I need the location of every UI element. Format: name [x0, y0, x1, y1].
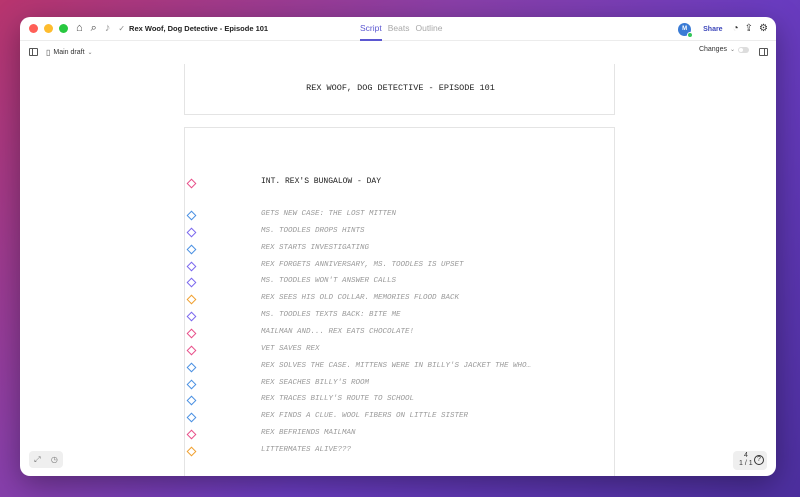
beat-line[interactable]: REX SEACHES BILLY'S ROOM	[261, 379, 369, 387]
title-page: REX WOOF, DOG DETECTIVE - EPISODE 101	[184, 64, 615, 115]
beat-line[interactable]: MS. TOODLES WON'T ANSWER CALLS	[261, 277, 396, 285]
draft-selector[interactable]: ▯ Main draft ⌄	[46, 48, 93, 57]
search-icon[interactable]: ⌕	[91, 23, 97, 34]
changes-label: Changes	[698, 46, 727, 53]
beat-cube-icon[interactable]	[188, 431, 195, 438]
app-window: ⌂ ⌕ ♪ ✓ Rex Woof, Dog Detective - Episod…	[20, 17, 776, 476]
beat-cube-icon[interactable]	[188, 397, 195, 404]
tab-outline[interactable]: Outline	[415, 17, 442, 41]
page-range: 1 / 1	[739, 460, 753, 467]
script-title[interactable]: REX WOOF, DOG DETECTIVE - EPISODE 101	[185, 83, 616, 93]
clock-icon[interactable]: ◷	[51, 455, 58, 464]
beat-line[interactable]: REX FORGETS ANNIVERSARY, MS. TOODLES IS …	[261, 261, 464, 269]
sidebar-toggle-icon[interactable]	[29, 48, 38, 56]
beat-line[interactable]: REX STARTS INVESTIGATING	[261, 244, 369, 252]
beat-cube-icon[interactable]	[188, 296, 195, 303]
beat-line[interactable]: VET SAVES REX	[261, 345, 320, 353]
titlebar-right-tools: M Share ◔ ⇪ ⚙	[678, 17, 768, 41]
script-page: INT. REX'S BUNGALOW - DAY GETS NEW CASE:…	[184, 127, 615, 476]
goals-gauge-icon[interactable]: ◔	[733, 24, 739, 34]
changes-switch[interactable]	[738, 46, 749, 53]
expand-icon[interactable]: ⤢	[34, 455, 40, 465]
scene-heading[interactable]: INT. REX'S BUNGALOW - DAY	[261, 177, 381, 186]
help-icon[interactable]: ?	[754, 455, 764, 465]
beat-cube-icon[interactable]	[188, 229, 195, 236]
beat-line[interactable]: REX BEFRIENDS MAILMAN	[261, 429, 356, 437]
tab-script[interactable]: Script	[360, 17, 382, 41]
gear-icon[interactable]: ⚙	[759, 24, 768, 34]
scene-cube-icon[interactable]	[188, 180, 195, 187]
beat-line[interactable]: LITTERMATES ALIVE???	[261, 446, 351, 454]
beat-cube-icon[interactable]	[188, 263, 195, 270]
chevron-down-icon: ⌄	[729, 47, 735, 53]
document-icon: ▯	[46, 47, 51, 57]
changes-toggle[interactable]: Changes ⌄	[699, 46, 749, 53]
beat-cube-icon[interactable]	[188, 364, 195, 371]
notifications-off-icon[interactable]: ♪	[105, 23, 111, 34]
close-window-button[interactable]	[29, 24, 38, 33]
beat-cube-icon[interactable]	[188, 381, 195, 388]
beat-cube-icon[interactable]	[188, 414, 195, 421]
home-icon[interactable]: ⌂	[76, 23, 83, 34]
avatar[interactable]: M	[678, 22, 694, 38]
document-title[interactable]: Rex Woof, Dog Detective - Episode 101	[129, 24, 268, 33]
titlebar: ⌂ ⌕ ♪ ✓ Rex Woof, Dog Detective - Episod…	[20, 17, 776, 41]
beat-cube-icon[interactable]	[188, 347, 195, 354]
export-icon[interactable]: ⇪	[745, 24, 753, 34]
beat-cube-icon[interactable]	[188, 279, 195, 286]
chevron-down-icon: ⌄	[87, 49, 93, 56]
view-tabs: Script Beats Outline	[360, 17, 442, 41]
avatar-initial: M	[682, 26, 688, 32]
tab-beats[interactable]: Beats	[388, 17, 410, 41]
beat-cube-icon[interactable]	[188, 246, 195, 253]
beat-line[interactable]: REX FINDS A CLUE. WOOL FIBERS ON LITTLE …	[261, 412, 468, 420]
beat-line[interactable]: MS. TOODLES TEXTS BACK: BITE ME	[261, 311, 401, 319]
draft-label: Main draft	[53, 48, 85, 56]
fullscreen-toolbar: ⤢ ◷	[29, 451, 63, 468]
share-button[interactable]: Share	[703, 26, 722, 33]
online-status-indicator	[687, 31, 694, 38]
beat-line[interactable]: GETS NEW CASE: THE LOST MITTEN	[261, 210, 396, 218]
beat-cube-icon[interactable]	[188, 313, 195, 320]
synced-check-icon: ✓	[118, 23, 126, 33]
traffic-lights	[29, 24, 68, 33]
page-current: 4	[744, 452, 748, 459]
beat-cube-icon[interactable]	[188, 448, 195, 455]
beat-cube-icon[interactable]	[188, 330, 195, 337]
beat-line[interactable]: REX SOLVES THE CASE. MITTENS WERE IN BIL…	[261, 362, 531, 370]
beat-line[interactable]: REX TRACES BILLY'S ROUTE TO SCHOOL	[261, 395, 414, 403]
minimize-window-button[interactable]	[44, 24, 53, 33]
maximize-window-button[interactable]	[59, 24, 68, 33]
beat-line[interactable]: MAILMAN AND... REX EATS CHOCOLATE!	[261, 328, 414, 336]
page-counter: 4 1 / 1 ?	[733, 451, 767, 470]
right-panel-toggle-icon[interactable]	[759, 48, 768, 56]
secondary-toolbar: ▯ Main draft ⌄ Changes ⌄	[20, 41, 776, 63]
beat-cube-icon[interactable]	[188, 212, 195, 219]
beat-line[interactable]: REX SEES HIS OLD COLLAR. MEMORIES FLOOD …	[261, 294, 459, 302]
beat-line[interactable]: MS. TOODLES DROPS HINTS	[261, 227, 365, 235]
